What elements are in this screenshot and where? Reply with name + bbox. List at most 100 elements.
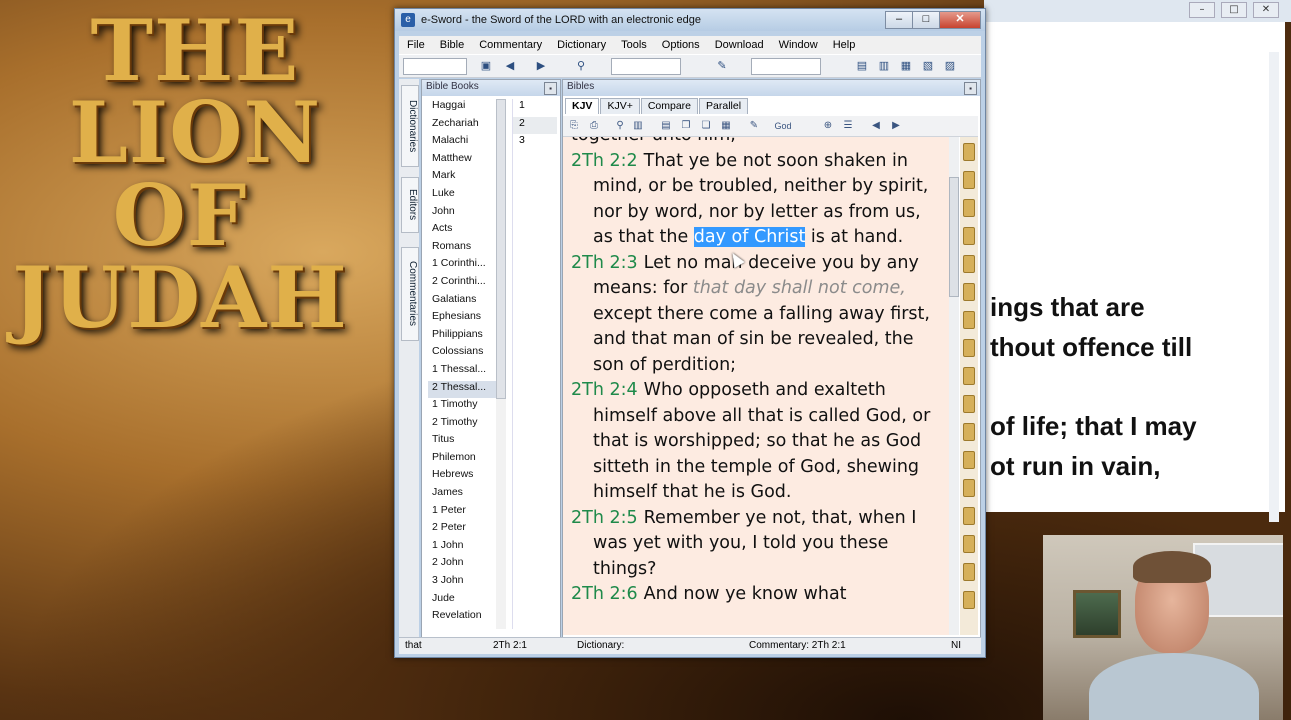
book-item[interactable]: Colossians xyxy=(428,345,500,363)
menu-download[interactable]: Download xyxy=(707,36,771,54)
menu-tools[interactable]: Tools xyxy=(613,36,654,54)
bookmark-marker[interactable] xyxy=(963,451,975,469)
tab-compare[interactable]: Compare xyxy=(640,98,699,114)
bookmark-marker[interactable] xyxy=(963,563,975,581)
book-item[interactable]: 1 Thessal... xyxy=(428,363,500,381)
bookmark-marker[interactable] xyxy=(963,199,975,217)
book-item[interactable]: Zechariah xyxy=(428,117,500,135)
verse[interactable]: 2Th 2:4 Who opposeth and exalteth himself… xyxy=(571,378,943,506)
print-icon[interactable]: ⎙ xyxy=(587,119,601,133)
menu-options[interactable]: Options xyxy=(654,36,707,54)
book-item[interactable]: Galatians xyxy=(428,293,500,311)
book-item[interactable]: 3 John xyxy=(428,574,500,592)
verse[interactable]: 2Th 2:3 Let no man deceive you by any mea… xyxy=(571,251,943,379)
book-item[interactable]: Revelation xyxy=(428,609,500,627)
book-item[interactable]: Philippians xyxy=(428,328,500,346)
verse-ref[interactable]: 2Th 2:6 xyxy=(571,584,638,604)
zoom-icon[interactable]: ⊕ xyxy=(821,119,835,133)
search-binoculars-icon[interactable]: ⚲ xyxy=(574,59,588,73)
pin-icon[interactable]: ▪ xyxy=(964,82,977,95)
bible-text-scrollbar[interactable] xyxy=(949,137,959,635)
bookmark-icon[interactable]: ▥ xyxy=(631,119,645,133)
verse-ref[interactable]: 2Th 2:4 xyxy=(571,380,638,400)
clipboard-icon[interactable]: ▦ xyxy=(719,119,733,133)
book-item[interactable]: 2 Corinthi... xyxy=(428,275,500,293)
book-item[interactable]: Mark xyxy=(428,169,500,187)
chapter-item-selected[interactable]: 2 xyxy=(513,116,557,135)
tab-dictionaries[interactable]: Dictionaries xyxy=(401,85,419,167)
window-titlebar[interactable]: e e-Sword - the Sword of the LORD with a… xyxy=(395,9,985,31)
back-arrow-icon[interactable]: ◀ xyxy=(503,59,517,73)
bookmark-marker[interactable] xyxy=(963,591,975,609)
bookmark-marker[interactable] xyxy=(963,283,975,301)
book-item[interactable]: Luke xyxy=(428,187,500,205)
menu-bible[interactable]: Bible xyxy=(432,36,471,54)
note-icon[interactable]: ▤ xyxy=(659,119,673,133)
chapter-item[interactable]: 3 xyxy=(513,134,557,152)
layout-icon-3[interactable]: ▦ xyxy=(899,59,913,73)
doc-maximize-button[interactable]: □ xyxy=(1221,2,1247,18)
book-item[interactable]: Matthew xyxy=(428,152,500,170)
verse-ref[interactable]: 2Th 2:5 xyxy=(571,508,638,528)
book-item[interactable]: Acts xyxy=(428,222,500,240)
book-item[interactable]: Philemon xyxy=(428,451,500,469)
book-item[interactable]: Hebrews xyxy=(428,468,500,486)
bookmark-marker[interactable] xyxy=(963,535,975,553)
god-dropdown[interactable]: God xyxy=(769,119,797,133)
book-item[interactable]: Romans xyxy=(428,240,500,258)
tab-kjv-plus[interactable]: KJV+ xyxy=(600,98,640,114)
layout-icon-2[interactable]: ▥ xyxy=(877,59,891,73)
menu-commentary[interactable]: Commentary xyxy=(471,36,549,54)
close-button[interactable]: ✕ xyxy=(939,11,981,29)
bookmark-marker[interactable] xyxy=(963,423,975,441)
eraser-icon[interactable]: ✎ xyxy=(715,59,729,73)
bookmark-marker[interactable] xyxy=(963,395,975,413)
reference-dropdown[interactable] xyxy=(403,58,467,75)
verse-ref[interactable]: 2Th 2:2 xyxy=(571,151,638,171)
tab-kjv[interactable]: KJV xyxy=(565,98,600,114)
copy-icon[interactable]: ❐ xyxy=(679,119,693,133)
bible-icon[interactable]: ▣ xyxy=(479,59,493,73)
book-item[interactable]: 1 John xyxy=(428,539,500,557)
search-icon[interactable]: ⚲ xyxy=(613,119,627,133)
tab-commentaries[interactable]: Commentaries xyxy=(401,247,419,341)
book-list-scroll-thumb[interactable] xyxy=(496,99,506,399)
layout-icon-5[interactable]: ▨ xyxy=(943,59,957,73)
verse[interactable]: 2Th 2:5 Remember ye not, that, when I was… xyxy=(571,506,943,583)
bible-text-scroll-thumb[interactable] xyxy=(949,177,959,297)
bookmark-marker[interactable] xyxy=(963,367,975,385)
menu-file[interactable]: File xyxy=(399,36,432,54)
bookmark-marker[interactable] xyxy=(963,339,975,357)
highlighter-icon[interactable]: ✎ xyxy=(747,119,761,133)
doc-close-button[interactable]: ✕ xyxy=(1253,2,1279,18)
layout-icon-4[interactable]: ▧ xyxy=(921,59,935,73)
menu-dictionary[interactable]: Dictionary xyxy=(549,36,613,54)
forward-arrow-icon[interactable]: ▶ xyxy=(534,59,548,73)
next-icon[interactable]: ▶ xyxy=(889,119,903,133)
minimize-button[interactable]: – xyxy=(885,11,913,29)
book-item[interactable]: Malachi xyxy=(428,134,500,152)
book-item[interactable]: Titus xyxy=(428,433,500,451)
tab-editors[interactable]: Editors xyxy=(401,177,419,233)
book-item[interactable]: 2 John xyxy=(428,556,500,574)
doc-minimize-button[interactable]: – xyxy=(1189,2,1215,18)
book-item[interactable]: James xyxy=(428,486,500,504)
verse-ref[interactable]: 2Th 2:3 xyxy=(571,253,638,273)
book-item[interactable]: John xyxy=(428,205,500,223)
pin-icon[interactable]: ▪ xyxy=(544,82,557,95)
book-item-selected[interactable]: 2 Thessal... xyxy=(428,380,500,399)
selected-text[interactable]: day of Christ xyxy=(693,227,806,247)
chapter-item[interactable]: 1 xyxy=(513,99,557,117)
search-scope-dropdown[interactable] xyxy=(611,58,681,75)
maximize-button[interactable]: □ xyxy=(912,11,940,29)
book-list-scrollbar[interactable] xyxy=(496,99,506,629)
book-item[interactable]: 1 Peter xyxy=(428,504,500,522)
layout-icon[interactable]: ☰ xyxy=(841,119,855,133)
bible-text-view[interactable]: together unto him, 2Th 2:2That ye be not… xyxy=(563,137,949,635)
book-item[interactable]: 2 Peter xyxy=(428,521,500,539)
bookmark-marker[interactable] xyxy=(963,507,975,525)
bookmark-marker[interactable] xyxy=(963,171,975,189)
verse[interactable]: 2Th 2:2 That ye be not soon shaken in min… xyxy=(571,149,943,251)
layout-icon-1[interactable]: ▤ xyxy=(855,59,869,73)
bookmark-marker[interactable] xyxy=(963,227,975,245)
